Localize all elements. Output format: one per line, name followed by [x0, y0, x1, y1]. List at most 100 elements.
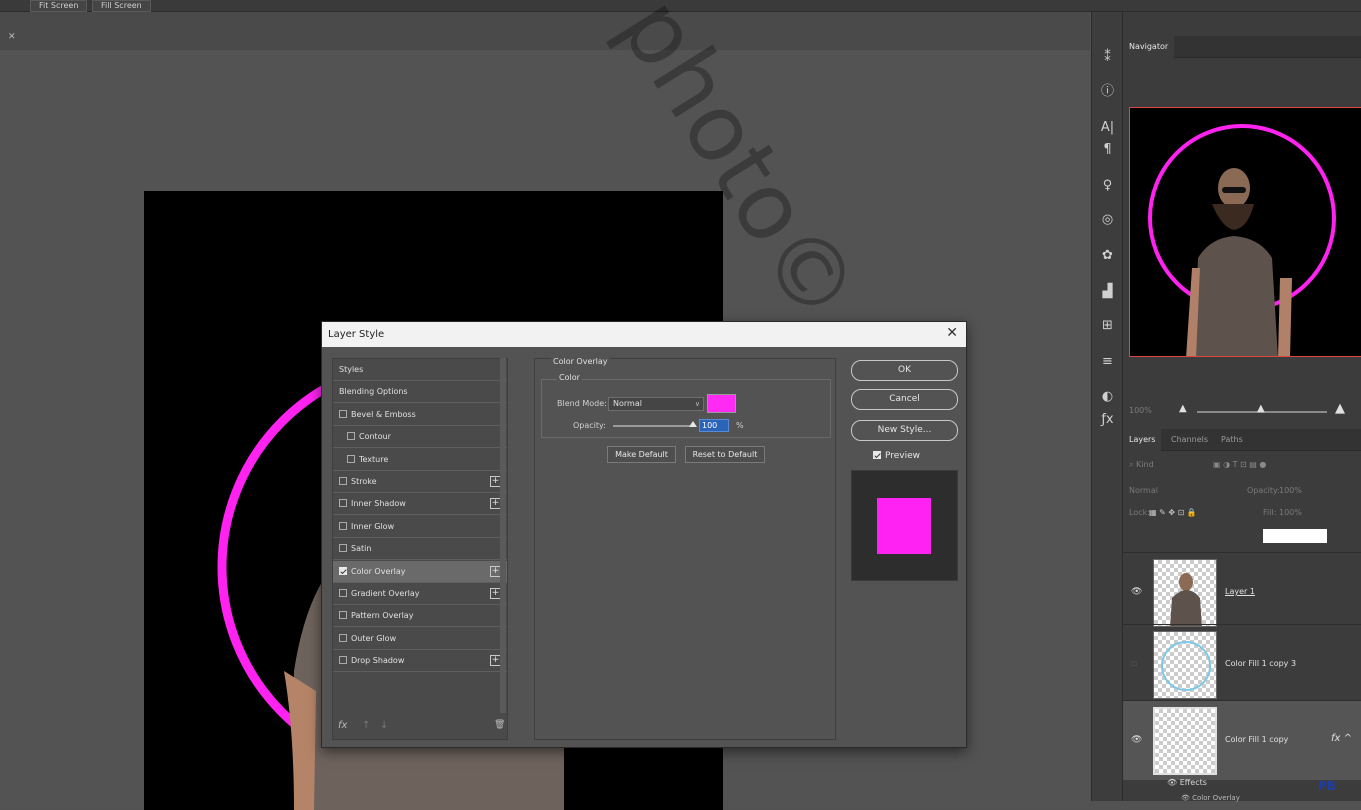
layer-row-color-fill-copy[interactable]: 👁 Color Fill 1 copy fx ^ — [1123, 700, 1361, 780]
layer-name[interactable]: Color Fill 1 copy 3 — [1225, 659, 1296, 668]
style-item-texture[interactable]: Texture — [333, 449, 507, 471]
filter-icons[interactable]: ▣ ◑ T ⊡ ▤ ● — [1213, 460, 1266, 469]
checkbox-icon[interactable] — [339, 477, 347, 485]
cloud-icon[interactable]: ◎ — [1092, 210, 1123, 230]
swatches-icon[interactable]: ✿ — [1092, 246, 1123, 266]
close-icon[interactable]: ✕ — [8, 32, 16, 42]
move-up-icon[interactable]: ↑ — [362, 720, 370, 731]
opacity-slider-thumb[interactable] — [689, 421, 697, 427]
make-default-button[interactable]: Make Default — [607, 446, 676, 463]
overlay-color-swatch[interactable] — [707, 394, 736, 413]
style-item-label: Drop Shadow — [351, 656, 405, 666]
fx-icon[interactable]: ƒx — [1092, 410, 1123, 430]
preview-checkbox[interactable]: Preview — [873, 451, 920, 461]
style-item-label: Blending Options — [339, 387, 408, 397]
style-item-label: Gradient Overlay — [351, 589, 420, 598]
kind-filter[interactable]: Kind — [1136, 460, 1154, 469]
checkbox-icon[interactable] — [339, 589, 347, 597]
properties-icon[interactable]: ≡ — [1092, 352, 1123, 372]
checkbox-icon[interactable] — [339, 521, 347, 530]
style-item-drop-shadow[interactable]: Drop Shadow + — [333, 650, 507, 673]
checkbox-checked-icon[interactable] — [873, 451, 881, 459]
checkbox-icon[interactable] — [339, 499, 347, 508]
style-item-label: Texture — [359, 454, 389, 464]
opacity-slider-track[interactable] — [613, 425, 693, 427]
style-item-satin[interactable]: Satin — [333, 538, 507, 561]
character-icon[interactable]: A| — [1092, 118, 1123, 138]
options-bar: Fit Screen Fill Screen — [0, 0, 1361, 12]
navigator-zoom-row: 100% ▲ ▲ ▲ — [1123, 401, 1361, 420]
layers-tabs: Layers Channels Paths — [1123, 429, 1361, 451]
style-item-contour[interactable]: Contour — [333, 426, 507, 449]
checkbox-icon[interactable] — [347, 432, 355, 441]
lock-icons[interactable]: ▦ ✎ ✥ ⊡ 🔒 — [1149, 508, 1197, 517]
visibility-eye-icon[interactable]: 👁 — [1131, 587, 1142, 597]
reset-to-default-button[interactable]: Reset to Default — [685, 446, 765, 463]
style-item-inner-shadow[interactable]: Inner Shadow + — [333, 493, 507, 516]
fill-value[interactable]: 100% — [1279, 508, 1302, 517]
checkbox-icon[interactable] — [339, 633, 347, 642]
style-item-label: Inner Glow — [351, 521, 395, 531]
navigator-preview[interactable] — [1129, 107, 1361, 357]
histogram-icon[interactable]: ▟ — [1092, 282, 1123, 302]
fill-screen-button[interactable]: Fill Screen — [92, 0, 151, 12]
paragraph-icon[interactable]: ¶ — [1092, 140, 1123, 160]
checkbox-icon[interactable] — [339, 656, 347, 665]
grid-icon[interactable]: ⊞ — [1092, 316, 1123, 336]
layer-name[interactable]: Layer 1 — [1225, 587, 1255, 596]
trash-icon[interactable]: 🗑 — [494, 720, 505, 730]
preview-swatch — [877, 498, 931, 554]
history-icon[interactable]: ⁑ — [1092, 48, 1123, 68]
layer-row-color-fill-copy-3[interactable]: ▫ Color Fill 1 copy 3 — [1123, 624, 1361, 704]
style-item-pattern-overlay[interactable]: Pattern Overlay — [333, 605, 507, 628]
layer-row-layer-1[interactable]: 👁 Layer 1 — [1123, 552, 1361, 632]
style-item-styles[interactable]: Styles — [333, 359, 507, 381]
layer-name[interactable]: Color Fill 1 copy — [1225, 735, 1288, 744]
blend-mode-select[interactable]: Normal ∨ — [608, 397, 704, 411]
ok-button[interactable]: OK — [851, 360, 958, 381]
checkbox-icon[interactable] — [347, 454, 355, 463]
layer-fx-icon[interactable]: fx ^ — [1331, 733, 1352, 744]
zoom-in-icon[interactable]: ▲ — [1335, 401, 1345, 416]
tab-channels[interactable]: Channels — [1165, 429, 1214, 451]
tab-paths[interactable]: Paths — [1215, 429, 1249, 451]
fit-screen-button[interactable]: Fit Screen — [30, 0, 88, 12]
style-item-bevel-emboss[interactable]: Bevel & Emboss — [333, 404, 507, 426]
layer-opacity-value[interactable]: 100% — [1279, 486, 1302, 495]
effects-row[interactable]: 👁 Effects — [1167, 778, 1207, 787]
tab-layers[interactable]: Layers — [1123, 429, 1162, 451]
style-item-inner-glow[interactable]: Inner Glow — [333, 516, 507, 538]
right-panels: Navigator 100% ▲ ▲ ▲ Layers Channels Pat… — [1122, 12, 1361, 802]
layer-blend-mode[interactable]: Normal — [1129, 486, 1158, 495]
visibility-eye-icon[interactable]: 👁 — [1131, 735, 1142, 745]
visibility-eye-icon[interactable]: 👁 — [1167, 778, 1180, 787]
checkbox-icon[interactable] — [339, 544, 347, 553]
style-item-color-overlay[interactable]: Color Overlay + — [333, 560, 507, 583]
preview-label: Preview — [885, 451, 921, 461]
zoom-value[interactable]: 100% — [1129, 406, 1152, 415]
checkbox-checked-icon[interactable] — [339, 566, 347, 575]
new-style-button[interactable]: New Style... — [851, 420, 958, 441]
style-item-stroke[interactable]: Stroke + — [333, 471, 507, 493]
style-item-outer-glow[interactable]: Outer Glow — [333, 628, 507, 650]
tab-navigator[interactable]: Navigator — [1123, 36, 1175, 58]
zoom-out-icon[interactable]: ▲ — [1179, 403, 1187, 414]
checkbox-icon[interactable] — [339, 611, 347, 620]
add-style-fx-icon[interactable]: fx — [338, 720, 347, 731]
style-item-blending-options[interactable]: Blending Options — [333, 381, 507, 404]
zoom-slider-thumb[interactable]: ▲ — [1257, 403, 1265, 414]
styles-scrollbar[interactable] — [500, 358, 506, 713]
lightbulb-icon[interactable]: ♀ — [1092, 176, 1123, 196]
checkbox-icon[interactable] — [339, 409, 347, 418]
panel-icon-strip: ⁑ ⓘ A| ¶ ♀ ◎ ✿ ▟ ⊞ ≡ ◐ ƒx — [1091, 12, 1122, 801]
opacity-input[interactable]: 100 — [699, 419, 729, 432]
layer-thumbnail — [1153, 559, 1217, 627]
style-item-gradient-overlay[interactable]: Gradient Overlay + — [333, 583, 507, 605]
visibility-off-icon[interactable]: ▫ — [1131, 659, 1137, 669]
adjustments-icon[interactable]: ◐ — [1092, 387, 1123, 407]
close-icon[interactable]: ✕ — [946, 325, 958, 341]
style-item-label: Bevel & Emboss — [351, 409, 416, 419]
info-icon[interactable]: ⓘ — [1092, 82, 1123, 102]
move-down-icon[interactable]: ↓ — [380, 720, 388, 731]
cancel-button[interactable]: Cancel — [851, 389, 958, 410]
